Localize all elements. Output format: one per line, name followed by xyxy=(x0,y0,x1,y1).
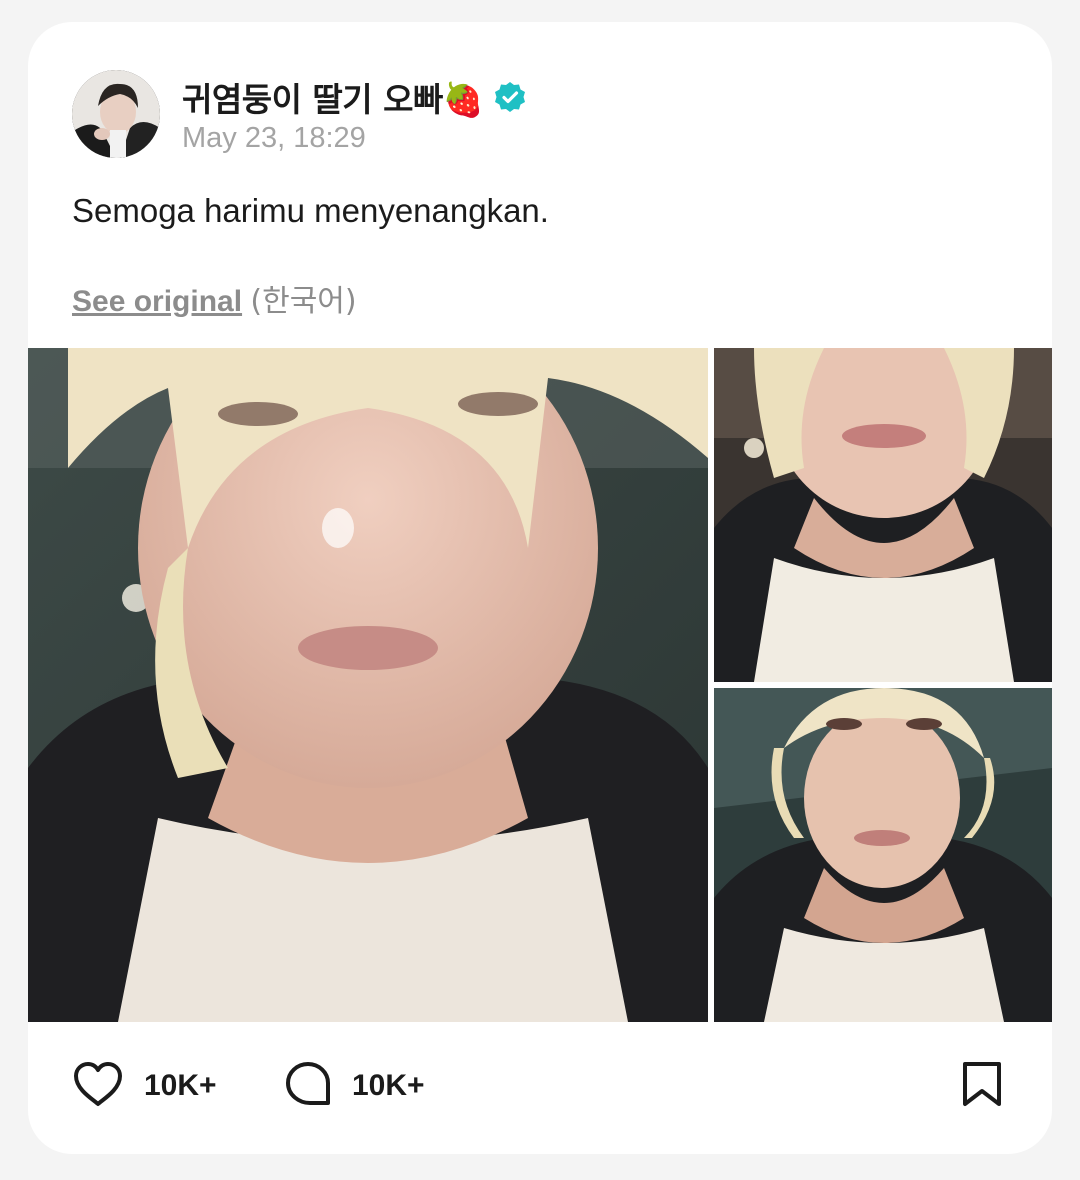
translation-row: See original (한국어) xyxy=(72,276,357,320)
see-original-link[interactable]: See original xyxy=(72,285,242,318)
post-card: 귀염둥이 딸기 오빠🍓 May 23, 18:29 Semoga harimu … xyxy=(28,22,1052,1154)
bookmark-icon xyxy=(960,1060,1004,1113)
comment-bubble-icon xyxy=(284,1060,332,1113)
bookmark-button[interactable] xyxy=(960,1058,1004,1114)
media-photo-1[interactable] xyxy=(28,348,708,1022)
photo-image xyxy=(28,348,708,1022)
post-body-text: Semoga harimu menyenangkan. xyxy=(72,192,549,229)
post-timestamp: May 23, 18:29 xyxy=(182,122,366,154)
author-name[interactable]: 귀염둥이 딸기 오빠🍓 xyxy=(182,73,484,121)
comment-count: 10K+ xyxy=(352,1069,425,1102)
like-count: 10K+ xyxy=(144,1069,217,1102)
media-grid xyxy=(28,348,1052,1022)
post-actions-bar: 10K+ 10K+ xyxy=(72,1058,1004,1114)
comment-button[interactable]: 10K+ xyxy=(284,1058,425,1114)
heart-icon xyxy=(72,1060,124,1113)
original-language-label: (한국어) xyxy=(250,284,357,319)
like-button[interactable]: 10K+ xyxy=(72,1058,217,1114)
photo-image xyxy=(714,348,1052,682)
verified-badge-icon xyxy=(493,80,527,114)
media-photo-3[interactable] xyxy=(714,688,1052,1022)
photo-image xyxy=(714,688,1052,1022)
author-name-row: 귀염둥이 딸기 오빠🍓 xyxy=(182,74,527,120)
post-header: 귀염둥이 딸기 오빠🍓 May 23, 18:29 xyxy=(72,70,1012,162)
media-photo-2[interactable] xyxy=(714,348,1052,682)
author-avatar[interactable] xyxy=(72,70,160,158)
avatar-image xyxy=(72,70,160,158)
